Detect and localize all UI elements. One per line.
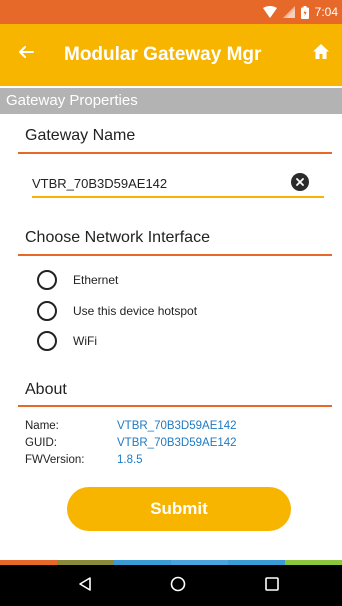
- signal-icon: [282, 6, 295, 18]
- about-key: GUID:: [25, 437, 57, 449]
- about-key: FWVersion:: [25, 454, 85, 466]
- home-icon: [312, 43, 330, 66]
- about-title: About: [25, 381, 67, 398]
- recents-square-icon: [264, 576, 280, 597]
- about-row-name: Name: VTBR_70B3D59AE142: [25, 420, 237, 432]
- about-row-fwversion: FWVersion: 1.8.5: [25, 454, 143, 466]
- gateway-name-title: Gateway Name: [25, 127, 136, 144]
- about-divider: [18, 405, 332, 407]
- app-bar: Modular Gateway Mgr: [0, 24, 342, 86]
- radio-label: Use this device hotspot: [73, 304, 198, 318]
- nav-home-button[interactable]: [166, 574, 190, 598]
- navigation-bar: [0, 565, 342, 606]
- about-value: 1.8.5: [117, 454, 143, 466]
- gateway-name-divider: [18, 152, 332, 154]
- radio-wifi[interactable]: WiFi: [37, 329, 97, 353]
- clear-button[interactable]: [291, 173, 309, 191]
- radio-label: Ethernet: [73, 273, 119, 287]
- arrow-left-icon: [18, 44, 34, 65]
- radio-label: WiFi: [73, 334, 97, 348]
- about-key: Name:: [25, 420, 59, 432]
- status-bar: 7:04: [0, 0, 342, 24]
- app-title: Modular Gateway Mgr: [64, 44, 262, 65]
- about-value: VTBR_70B3D59AE142: [117, 437, 237, 449]
- submit-button[interactable]: Submit: [67, 487, 291, 531]
- about-row-guid: GUID: VTBR_70B3D59AE142: [25, 437, 237, 449]
- status-icons: 7:04: [262, 5, 338, 19]
- about-value: VTBR_70B3D59AE142: [117, 420, 237, 432]
- battery-icon: [300, 5, 309, 19]
- home-button[interactable]: [306, 39, 336, 69]
- radio-button[interactable]: [37, 331, 57, 351]
- gateway-name-input[interactable]: [32, 170, 324, 198]
- network-interface-divider: [18, 254, 332, 256]
- nav-back-button[interactable]: [73, 574, 97, 598]
- radio-button[interactable]: [37, 301, 57, 321]
- status-time: 7:04: [314, 5, 338, 19]
- radio-ethernet[interactable]: Ethernet: [37, 268, 118, 292]
- back-triangle-icon: [77, 576, 93, 597]
- back-button[interactable]: [10, 38, 42, 70]
- wifi-icon: [262, 6, 277, 18]
- radio-button[interactable]: [37, 270, 57, 290]
- section-header: Gateway Properties: [0, 88, 342, 114]
- home-circle-icon: [170, 576, 186, 597]
- radio-hotspot[interactable]: Use this device hotspot: [37, 299, 197, 323]
- clear-icon: [296, 173, 304, 191]
- network-interface-title: Choose Network Interface: [25, 229, 210, 246]
- nav-recents-button[interactable]: [260, 574, 284, 598]
